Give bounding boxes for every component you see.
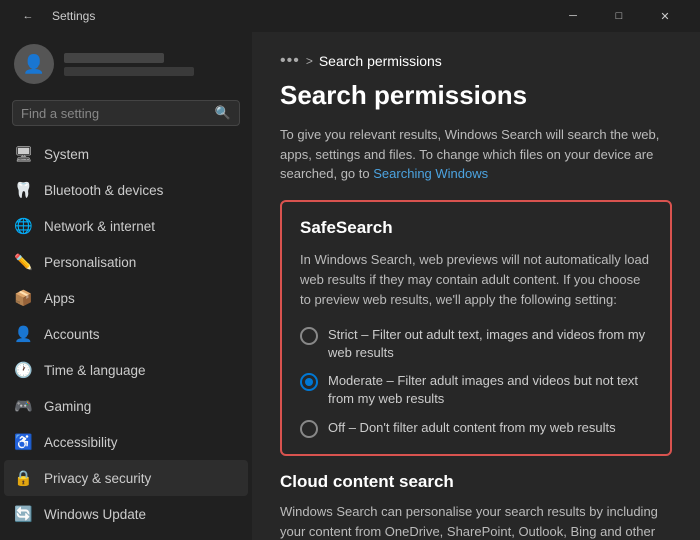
bluetooth-icon: 🦷 [14,181,32,199]
sidebar-item-personalisation[interactable]: ✏️ Personalisation [4,244,248,280]
sidebar-item-accessibility[interactable]: ♿ Accessibility [4,424,248,460]
sidebar-item-windows-update[interactable]: 🔄 Windows Update [4,496,248,532]
radio-strict[interactable]: Strict – Filter out adult text, images a… [300,326,652,362]
sidebar-item-label: Time & language [44,363,146,378]
app-body: 👤 🔍 🖥 System 🦷 Bluetooth & devices 🌐 [0,32,700,540]
apps-icon: 📦 [14,289,32,307]
search-icon: 🔍 [215,105,231,121]
profile-info [64,53,194,76]
breadcrumb-chevron: > [306,54,313,68]
profile-name [64,53,164,63]
radio-strict-label: Strict – Filter out adult text, images a… [328,326,652,362]
sidebar-item-label: Personalisation [44,255,136,270]
searching-windows-link[interactable]: Searching Windows [373,166,488,181]
page-title: Search permissions [280,80,672,111]
radio-off[interactable]: Off – Don't filter adult content from my… [300,419,652,438]
search-box[interactable]: 🔍 [12,100,240,126]
radio-strict-circle [300,327,318,345]
time-icon: 🕐 [14,361,32,379]
breadcrumb: ••• > Search permissions [280,52,672,70]
sidebar-item-label: Bluetooth & devices [44,183,163,198]
accessibility-icon: ♿ [14,433,32,451]
radio-off-label: Off – Don't filter adult content from my… [328,419,616,437]
sidebar: 👤 🔍 🖥 System 🦷 Bluetooth & devices 🌐 [0,32,252,540]
search-input[interactable] [21,106,215,121]
cloud-search-description: Windows Search can personalise your sear… [280,502,672,540]
windows-update-icon: 🔄 [14,505,32,523]
sidebar-item-network[interactable]: 🌐 Network & internet [4,208,248,244]
app-title: Settings [52,9,95,23]
radio-moderate-circle [300,373,318,391]
sidebar-item-label: Accounts [44,327,100,342]
sidebar-item-bluetooth[interactable]: 🦷 Bluetooth & devices [4,172,248,208]
radio-moderate[interactable]: Moderate – Filter adult images and video… [300,372,652,408]
window-controls: ─ □ ✕ [550,0,688,32]
back-button[interactable]: ← [12,0,44,32]
breadcrumb-dots: ••• [280,52,300,70]
sidebar-item-label: System [44,147,89,162]
sidebar-item-time[interactable]: 🕐 Time & language [4,352,248,388]
privacy-icon: 🔒 [14,469,32,487]
radio-off-circle [300,420,318,438]
radio-moderate-label: Moderate – Filter adult images and video… [328,372,652,408]
cloud-search-title: Cloud content search [280,472,672,492]
sidebar-nav: 🖥 System 🦷 Bluetooth & devices 🌐 Network… [0,136,252,532]
sidebar-profile: 👤 [0,32,252,94]
sidebar-item-gaming[interactable]: 🎮 Gaming [4,388,248,424]
safesearch-radio-group: Strict – Filter out adult text, images a… [300,326,652,438]
title-bar-left: ← Settings [12,0,550,32]
safesearch-title: SafeSearch [300,218,652,238]
sidebar-item-label: Network & internet [44,219,155,234]
safesearch-description: In Windows Search, web previews will not… [300,250,652,310]
personalisation-icon: ✏️ [14,253,32,271]
intro-text: To give you relevant results, Windows Se… [280,125,672,184]
system-icon: 🖥 [14,145,32,163]
gaming-icon: 🎮 [14,397,32,415]
sidebar-item-label: Privacy & security [44,471,151,486]
sidebar-item-label: Accessibility [44,435,118,450]
content-area: ••• > Search permissions Search permissi… [252,32,700,540]
accounts-icon: 👤 [14,325,32,343]
sidebar-item-privacy[interactable]: 🔒 Privacy & security [4,460,248,496]
sidebar-item-label: Gaming [44,399,91,414]
network-icon: 🌐 [14,217,32,235]
close-button[interactable]: ✕ [642,0,688,32]
profile-email [64,67,194,76]
sidebar-item-label: Apps [44,291,75,306]
sidebar-item-apps[interactable]: 📦 Apps [4,280,248,316]
safesearch-section: SafeSearch In Windows Search, web previe… [280,200,672,456]
sidebar-item-accounts[interactable]: 👤 Accounts [4,316,248,352]
breadcrumb-current: Search permissions [319,53,442,69]
sidebar-item-system[interactable]: 🖥 System [4,136,248,172]
maximize-button[interactable]: □ [596,0,642,32]
title-bar: ← Settings ─ □ ✕ [0,0,700,32]
sidebar-item-label: Windows Update [44,507,146,522]
avatar: 👤 [14,44,54,84]
minimize-button[interactable]: ─ [550,0,596,32]
